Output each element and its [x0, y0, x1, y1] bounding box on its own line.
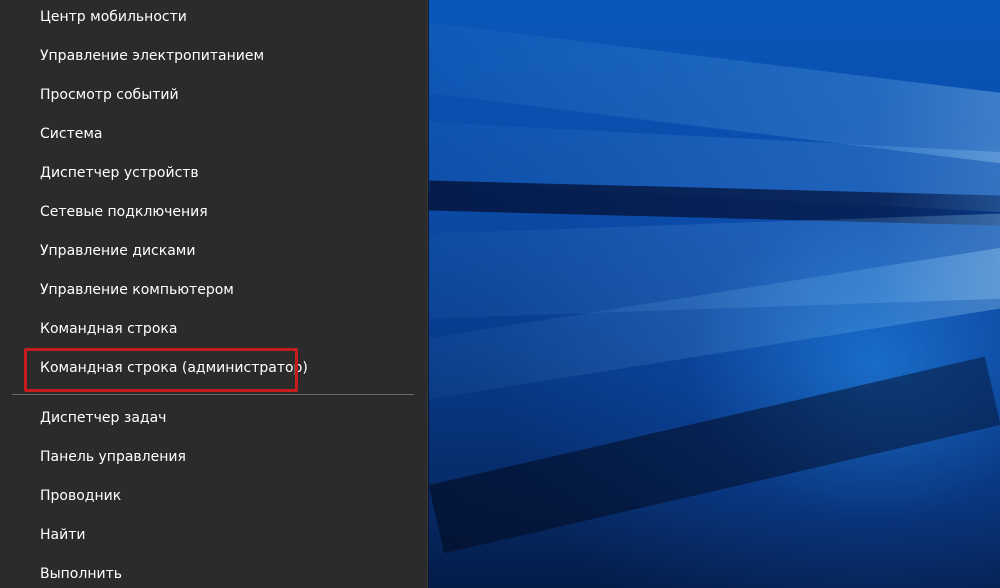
menu-item-device-manager[interactable]: Диспетчер устройств	[40, 158, 199, 188]
desktop-screen: Центр мобильности Управление электропита…	[0, 0, 1000, 588]
menu-item-mobility-center[interactable]: Центр мобильности	[40, 2, 187, 32]
menu-item-disk-management[interactable]: Управление дисками	[40, 236, 195, 266]
menu-item-power-options[interactable]: Управление электропитанием	[40, 41, 264, 71]
menu-item-search[interactable]: Найти	[40, 520, 85, 550]
menu-item-event-viewer[interactable]: Просмотр событий	[40, 80, 179, 110]
menu-item-network-connections[interactable]: Сетевые подключения	[40, 197, 208, 227]
menu-item-computer-management[interactable]: Управление компьютером	[40, 275, 234, 305]
menu-separator	[12, 394, 414, 395]
menu-item-control-panel[interactable]: Панель управления	[40, 442, 186, 472]
menu-item-command-prompt-admin[interactable]: Командная строка (администратор)	[40, 353, 308, 383]
menu-item-file-explorer[interactable]: Проводник	[40, 481, 121, 511]
desktop-wallpaper	[429, 0, 1000, 588]
power-user-menu: Центр мобильности Управление электропита…	[0, 0, 428, 588]
wallpaper-dark-band	[429, 356, 1000, 554]
menu-item-command-prompt[interactable]: Командная строка	[40, 314, 177, 344]
menu-item-task-manager[interactable]: Диспетчер задач	[40, 403, 166, 433]
menu-item-run[interactable]: Выполнить	[40, 559, 122, 588]
menu-item-system[interactable]: Система	[40, 119, 102, 149]
